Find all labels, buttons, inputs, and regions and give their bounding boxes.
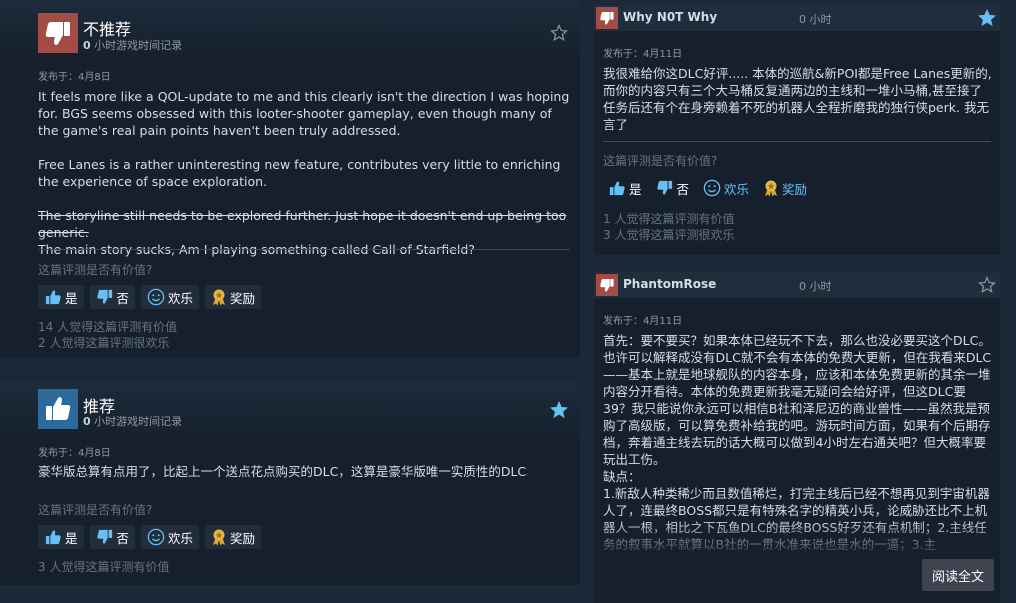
thumbs-up-icon xyxy=(609,181,625,196)
vote-no-label: 否 xyxy=(116,530,130,546)
star-icon[interactable] xyxy=(978,9,996,27)
smiley-icon xyxy=(147,288,165,306)
vote-yes-label: 是 xyxy=(65,530,78,546)
review-paragraph: 缺点： xyxy=(603,469,641,484)
vote-buttons: 是 否 欢乐 奖励 xyxy=(38,285,262,309)
thumbs-up-icon xyxy=(38,389,78,429)
posted-date: 发布于：4月11日 xyxy=(603,49,683,60)
review-card: 不推荐 0 小时游戏时间记录 发布于：4月8日 It feels more li… xyxy=(0,0,580,358)
vote-funny-button[interactable]: 欢乐 xyxy=(141,525,200,549)
vote-no-button[interactable]: 否 xyxy=(89,285,136,309)
thumbs-down-icon xyxy=(96,289,112,304)
award-label: 奖励 xyxy=(230,290,256,306)
helpful-question: 这篇评测是否有价值? xyxy=(603,154,718,168)
divider xyxy=(603,141,991,142)
playtime: 0 小时 xyxy=(799,280,832,293)
vote-yes-label: 是 xyxy=(65,290,78,306)
playtime-label: 小时游戏时间记录 xyxy=(94,415,183,428)
vote-yes-button[interactable]: 是 xyxy=(38,525,84,549)
author-name[interactable]: PhantomRose xyxy=(623,277,716,291)
strikethrough-text: The storyline still needs to be explored… xyxy=(38,208,567,240)
thumbs-down-icon xyxy=(38,13,78,53)
text-fade xyxy=(594,520,1000,560)
posted-date: 发布于：4月11日 xyxy=(603,316,683,327)
award-icon xyxy=(765,180,778,197)
star-icon[interactable] xyxy=(978,276,996,294)
review-card: Why N0T Why 0 小时 发布于：4月11日 我很难给你这DLC好评..… xyxy=(594,5,1000,255)
playtime-label: 小时游戏时间记录 xyxy=(94,39,183,52)
review-paragraph: 首先：要不要买？如果本体已经玩不下去，那么也没必要买这个DLC。也许可以解释成没… xyxy=(603,333,992,467)
award-label: 奖励 xyxy=(782,181,808,197)
helpful-question: 这篇评测是否有价值? xyxy=(38,503,153,517)
posted-date: 发布于：4月8日 xyxy=(38,448,111,459)
vote-funny-label: 欢乐 xyxy=(724,181,750,197)
vote-funny-button[interactable]: 欢乐 xyxy=(141,285,200,309)
thumbs-down-icon xyxy=(596,274,618,296)
thumbs-down-icon xyxy=(96,529,112,544)
posted-date: 发布于：4月8日 xyxy=(38,72,111,83)
thumbs-down-icon xyxy=(656,180,672,195)
star-icon[interactable] xyxy=(550,401,568,419)
vote-no-button[interactable]: 否 xyxy=(89,525,136,549)
divider xyxy=(38,249,570,250)
vote-yes-label: 是 xyxy=(629,181,642,197)
thumbs-up-icon xyxy=(45,530,61,545)
award-icon xyxy=(213,289,226,306)
review-text: 豪华版总算有点用了，比起上一个送点花点购买的DLC，这算是豪华版唯一实质性的DL… xyxy=(38,464,527,479)
helpful-count: 1 人觉得这篇评测有价值 xyxy=(603,212,735,226)
thumbs-down-icon xyxy=(596,7,618,29)
star-icon[interactable] xyxy=(550,24,568,42)
vote-funny-label: 欢乐 xyxy=(168,530,194,546)
vote-yes-button[interactable]: 是 xyxy=(603,176,647,200)
author-name[interactable]: Why N0T Why xyxy=(623,10,717,24)
review-card: PhantomRose 0 小时 发布于：4月11日 首先：要不要买？如果本体已… xyxy=(594,272,1000,603)
playtime-hours: 0 xyxy=(83,39,91,52)
vote-yes-button[interactable]: 是 xyxy=(38,285,84,309)
review-text: It feels more like a QOL-update to me an… xyxy=(38,88,570,258)
review-paragraph: It feels more like a QOL-update to me an… xyxy=(38,89,570,138)
vote-funny-label: 欢乐 xyxy=(168,290,194,306)
award-icon xyxy=(213,529,226,546)
vote-no-label: 否 xyxy=(676,181,690,197)
award-button[interactable]: 奖励 xyxy=(758,176,812,200)
award-button[interactable]: 奖励 xyxy=(205,285,262,309)
funny-count: 3 人觉得这篇评测很欢乐 xyxy=(603,228,735,242)
review-card: 推荐 0 小时游戏时间记录 发布于：4月8日 豪华版总算有点用了，比起上一个送点… xyxy=(0,381,580,585)
funny-count: 2 人觉得这篇评测很欢乐 xyxy=(38,336,170,350)
read-more-button[interactable]: 阅读全文 xyxy=(922,559,995,591)
playtime: 0 小时游戏时间记录 xyxy=(83,413,182,429)
review-text: 我很难给你这DLC好评..... 本体的巡航&新POI都是Free Lanes更… xyxy=(603,66,992,132)
vote-no-button[interactable]: 否 xyxy=(651,176,695,200)
helpful-count: 3 人觉得这篇评测有价值 xyxy=(38,560,170,574)
award-button[interactable]: 奖励 xyxy=(205,525,262,549)
thumbs-up-icon xyxy=(45,290,61,305)
vote-no-label: 否 xyxy=(116,290,130,306)
vote-buttons: 是 否 欢乐 奖励 xyxy=(38,525,262,549)
helpful-question: 这篇评测是否有价值? xyxy=(38,263,153,277)
playtime: 0 小时游戏时间记录 xyxy=(83,37,182,53)
smiley-icon xyxy=(147,528,165,546)
review-paragraph: Free Lanes is a rather uninteresting new… xyxy=(38,157,561,189)
playtime-hours: 0 xyxy=(83,415,91,428)
helpful-count: 14 人觉得这篇评测有价值 xyxy=(38,320,178,334)
vote-buttons: 是 否 欢乐 奖励 xyxy=(603,176,812,200)
smiley-icon xyxy=(703,179,721,197)
vote-funny-button[interactable]: 欢乐 xyxy=(698,176,754,200)
playtime: 0 小时 xyxy=(799,13,832,26)
award-label: 奖励 xyxy=(230,530,256,546)
